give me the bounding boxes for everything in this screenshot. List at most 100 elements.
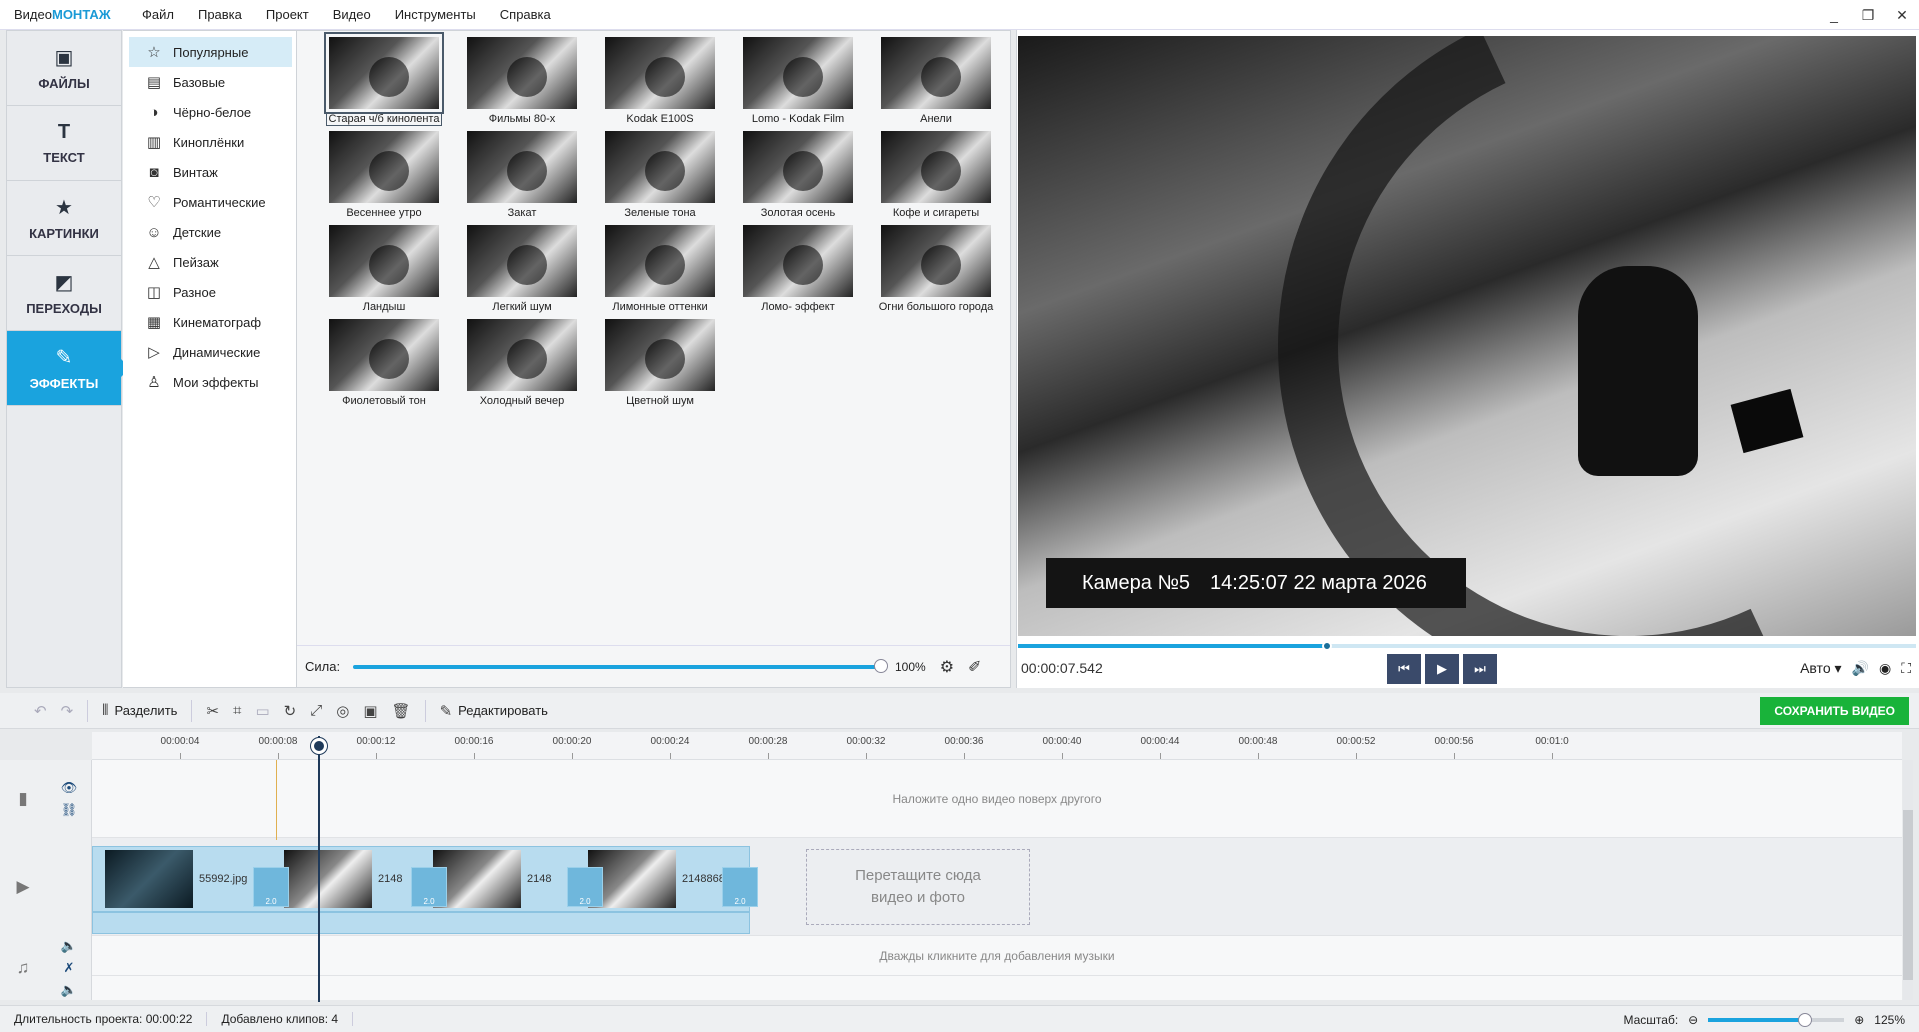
resize-icon[interactable]: ⤢	[310, 702, 322, 719]
media-dropzone[interactable]: Перетащите сюда видео и фото	[806, 849, 1030, 925]
timeline-area[interactable]: Наложите одно видео поверх другого 55992…	[92, 760, 1902, 1000]
effect-thumbnail[interactable]: Фильмы 80-х	[453, 37, 591, 125]
effect-thumbnail[interactable]: Анели	[867, 37, 1005, 125]
link-icon[interactable]: ⛓	[61, 802, 78, 818]
redo-icon[interactable]: ↷	[61, 702, 74, 720]
clip[interactable]: 55992.jpg	[105, 849, 247, 909]
effect-thumbnail[interactable]: Ландыш	[315, 225, 453, 313]
effect-thumbnail[interactable]: Огни большого города	[867, 225, 1005, 313]
effect-thumbnail[interactable]: Кофе и сигареты	[867, 131, 1005, 219]
speaker-icon[interactable]: 🔈	[61, 938, 77, 954]
brush-icon[interactable]: ✐	[968, 657, 981, 677]
skip-back-icon[interactable]: ⏮	[1387, 654, 1421, 684]
transition-block[interactable]: 2.0	[567, 867, 603, 907]
effect-thumbnail[interactable]: Lomo - Kodak Film	[729, 37, 867, 125]
menu-tools[interactable]: Инструменты	[383, 7, 488, 22]
clip[interactable]: 21488684	[588, 849, 731, 909]
menu-file[interactable]: Файл	[130, 7, 186, 22]
scrollbar-thumb[interactable]	[1903, 810, 1913, 980]
clip[interactable]: 2148	[433, 849, 551, 909]
video-caption[interactable]: Камера №5 14:25:07 22 марта 2026	[1046, 558, 1466, 608]
speaker-small-icon[interactable]: 🔈	[61, 982, 77, 998]
zoom-slider[interactable]	[1708, 1012, 1845, 1027]
speed-icon[interactable]: ▣	[363, 702, 377, 720]
strength-slider[interactable]	[353, 658, 888, 673]
strength-slider-knob[interactable]	[874, 658, 888, 673]
effect-thumbnail[interactable]: Холодный вечер	[453, 319, 591, 407]
seek-bar[interactable]	[1018, 641, 1916, 651]
fullscreen-icon[interactable]: ⛶	[1901, 660, 1911, 677]
effect-thumbnail[interactable]: Старая ч/б кинолента	[315, 32, 453, 126]
group-landscape[interactable]: △ Пейзаж	[123, 247, 296, 277]
tab-files[interactable]: ▣ ФАЙЛЫ	[7, 31, 121, 106]
skip-forward-icon[interactable]: ⏭	[1463, 654, 1497, 684]
seek-knob[interactable]	[1322, 641, 1332, 651]
transition-block[interactable]: 2.0	[411, 867, 447, 907]
play-icon[interactable]: ▶	[1425, 654, 1459, 684]
delete-icon[interactable]: 🗑	[392, 702, 411, 720]
tab-transitions[interactable]: ◩ ПЕРЕХОДЫ	[7, 256, 121, 331]
maximize-icon[interactable]: ❐	[1851, 7, 1885, 24]
effect-thumbnail[interactable]: Зеленые тона	[591, 131, 729, 219]
zoom-knob[interactable]	[1798, 1012, 1813, 1027]
tab-text[interactable]: T ТЕКСТ	[7, 106, 121, 181]
clip[interactable]: 2148	[284, 849, 402, 909]
undo-icon[interactable]: ↶	[34, 702, 47, 720]
overlay-track[interactable]: Наложите одно видео поверх другого	[92, 760, 1902, 838]
menu-edit[interactable]: Правка	[186, 7, 254, 22]
timeline-scrollbar[interactable]	[1903, 760, 1913, 1000]
transition-block[interactable]: 2.0	[253, 867, 289, 907]
mute-icon[interactable]: ✗	[64, 960, 75, 976]
volume-icon[interactable]: 🔊	[1852, 660, 1869, 677]
group-basic[interactable]: ▤ Базовые	[123, 67, 296, 97]
adjust-icon[interactable]: ⚙	[940, 657, 954, 677]
group-my-effects[interactable]: ♙ Мои эффекты	[123, 367, 296, 397]
group-film[interactable]: ▥ Киноплёнки	[123, 127, 296, 157]
minimize-icon[interactable]: _	[1817, 7, 1851, 23]
close-icon[interactable]: ✕	[1885, 7, 1919, 24]
rotate-icon[interactable]: ↻	[284, 702, 297, 720]
zoom-in-icon[interactable]: ⊕	[1854, 1013, 1864, 1027]
effect-thumbnail[interactable]: Закат	[453, 131, 591, 219]
effect-thumbnail[interactable]: Kodak E100S	[591, 37, 729, 125]
clip-sub-track[interactable]	[92, 912, 750, 934]
music-track[interactable]: Дважды кликните для добавления музыки	[92, 936, 1902, 976]
effect-thumbnail[interactable]: Цветной шум	[591, 319, 729, 407]
group-romantic[interactable]: ♡ Романтические	[123, 187, 296, 217]
effect-thumbnail[interactable]: Фиолетовый тон	[315, 319, 453, 407]
snapshot-icon[interactable]: ◉	[1879, 660, 1891, 677]
zoom-out-icon[interactable]: ⊖	[1688, 1013, 1698, 1027]
video-track[interactable]: 55992.jpg 2148 2148 21488684 2.0 2.0 2.0…	[92, 838, 1902, 936]
group-bw[interactable]: ◑ Чёрно-белое	[123, 97, 296, 127]
group-dynamic[interactable]: ▷ Динамические	[123, 337, 296, 367]
group-cinema[interactable]: ▦ Кинематограф	[123, 307, 296, 337]
split-button[interactable]: ⫴ Разделить	[102, 702, 177, 719]
crop-icon[interactable]: ⌗	[233, 702, 241, 719]
effect-thumbnail[interactable]: Легкий шум	[453, 225, 591, 313]
menu-project[interactable]: Проект	[254, 7, 321, 22]
save-video-button[interactable]: СОХРАНИТЬ ВИДЕО	[1760, 697, 1909, 725]
menu-video[interactable]: Видео	[321, 7, 383, 22]
group-vintage[interactable]: ◙ Винтаж	[123, 157, 296, 187]
effect-thumbnail[interactable]: Золотая осень	[729, 131, 867, 219]
playhead-knob[interactable]	[311, 738, 327, 754]
edit-button[interactable]: ✎ Редактировать	[440, 702, 548, 720]
group-kids[interactable]: ☺ Детские	[123, 217, 296, 247]
effect-thumbnail[interactable]: Лимонные оттенки	[591, 225, 729, 313]
eye-icon[interactable]: 👁	[61, 780, 78, 796]
effect-thumbnail[interactable]: Ломо- эффект	[729, 225, 867, 313]
timeline-ruler[interactable]: 00:00:04 00:00:08 00:00:12 00:00:16 00:00:20…	[92, 732, 1902, 760]
quality-select[interactable]: Авто ▾	[1800, 660, 1841, 677]
group-misc[interactable]: ◫ Разное	[123, 277, 296, 307]
stabilize-icon[interactable]: ◎	[336, 702, 349, 720]
group-popular[interactable]: ☆ Популярные	[129, 37, 292, 67]
cut-icon[interactable]: ✂	[206, 702, 219, 720]
tab-pictures[interactable]: ★ КАРТИНКИ	[7, 181, 121, 256]
playhead[interactable]	[318, 736, 320, 1002]
transition-block[interactable]: 2.0	[722, 867, 758, 907]
video-preview[interactable]: Камера №5 14:25:07 22 марта 2026	[1018, 36, 1916, 636]
frame-icon[interactable]: ▭	[255, 702, 269, 720]
tab-effects[interactable]: ✎ ЭФФЕКТЫ	[7, 331, 130, 406]
effect-thumbnail[interactable]: Весеннее утро	[315, 131, 453, 219]
menu-help[interactable]: Справка	[488, 7, 563, 22]
